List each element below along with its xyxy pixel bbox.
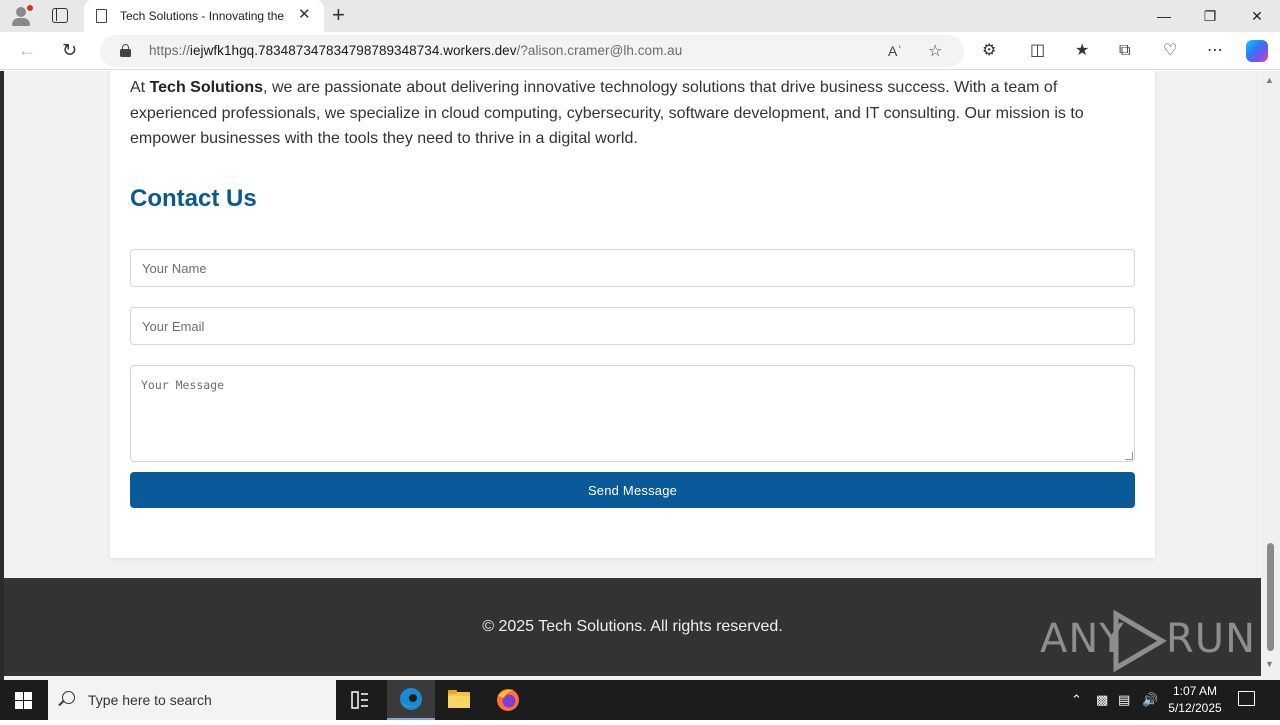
file-explorer-icon[interactable]: [435, 680, 483, 720]
restore-button[interactable]: ❐: [1187, 0, 1233, 32]
content-card: At Tech Solutions, we are passionate abo…: [110, 71, 1155, 558]
name-input[interactable]: [130, 249, 1135, 287]
url-text[interactable]: https://iejwfk1hgq.783487347834798789348…: [149, 43, 682, 58]
volume-icon[interactable]: 🔊: [1142, 692, 1158, 708]
taskbar-search[interactable]: Type here to search: [48, 680, 336, 720]
read-aloud-icon[interactable]: Aʾ: [888, 43, 902, 59]
more-menu-icon[interactable]: ⋯: [1207, 41, 1223, 61]
page-footer: © 2025 Tech Solutions. All rights reserv…: [4, 578, 1261, 676]
windows-start-icon[interactable]: [15, 692, 32, 709]
minimize-button[interactable]: —: [1141, 0, 1187, 32]
windows-taskbar: Type here to search ⌃ ▩ ▤ 🔊 1:07 AM 5/12…: [0, 680, 1280, 720]
copilot-icon[interactable]: [1246, 40, 1268, 62]
favorites-icon[interactable]: ★: [1075, 41, 1089, 61]
firefox-icon[interactable]: [484, 680, 532, 720]
task-view-icon[interactable]: [336, 680, 384, 720]
about-paragraph: At Tech Solutions, we are passionate abo…: [130, 79, 1084, 147]
favorite-star-icon[interactable]: ☆: [928, 41, 942, 61]
contact-heading: Contact Us: [130, 185, 257, 212]
browser-toolbar: ← ↻ https://iejwfk1hgq.78348734783479878…: [0, 32, 1280, 70]
collections-icon[interactable]: ⧉: [1119, 41, 1130, 61]
close-tab-icon[interactable]: ✕: [298, 7, 311, 23]
network-icon[interactable]: ▤: [1118, 692, 1130, 708]
send-message-button[interactable]: Send Message: [130, 472, 1135, 508]
scroll-down-icon[interactable]: ▼: [1265, 659, 1274, 669]
lock-icon[interactable]: [120, 44, 131, 57]
anyrun-watermark: ANY RUN: [1040, 608, 1255, 672]
search-icon: [62, 691, 75, 704]
back-icon[interactable]: ←: [18, 40, 36, 60]
email-input[interactable]: [130, 307, 1135, 345]
browser-essentials-icon[interactable]: ♡: [1163, 41, 1177, 61]
edge-taskbar-icon[interactable]: [387, 680, 435, 720]
search-placeholder: Type here to search: [88, 692, 212, 708]
taskbar-clock[interactable]: 1:07 AM 5/12/2025: [1160, 683, 1230, 717]
tab-actions-icon[interactable]: [52, 8, 68, 23]
profile-icon[interactable]: [10, 5, 33, 27]
tray-device-icon[interactable]: ▩: [1096, 692, 1108, 708]
message-textarea[interactable]: [130, 365, 1135, 462]
page-icon: [96, 9, 107, 23]
browser-title-bar: Tech Solutions - Innovating the F ✕ + — …: [0, 0, 1280, 32]
browser-tab[interactable]: Tech Solutions - Innovating the F ✕: [84, 0, 324, 32]
clock-date: 5/12/2025: [1168, 701, 1222, 715]
scroll-thumb[interactable]: [1267, 543, 1274, 651]
window-close-button[interactable]: ✕: [1234, 0, 1280, 32]
split-screen-icon[interactable]: ◫: [1030, 41, 1045, 61]
page-scrollbar[interactable]: ▲ ▼: [1261, 71, 1280, 680]
clock-time: 1:07 AM: [1172, 684, 1218, 698]
new-tab-button[interactable]: +: [332, 4, 345, 26]
refresh-icon[interactable]: ↻: [62, 40, 77, 60]
extensions-icon[interactable]: ⚙: [982, 41, 996, 61]
notifications-icon[interactable]: [1238, 691, 1255, 706]
page-viewport: At Tech Solutions, we are passionate abo…: [0, 71, 1280, 680]
tab-title: Tech Solutions - Innovating the F: [120, 9, 288, 23]
resize-grip-icon[interactable]: [1125, 452, 1133, 460]
play-logo-icon: [1113, 610, 1167, 672]
scroll-up-icon[interactable]: ▲: [1265, 75, 1274, 85]
address-bar[interactable]: https://iejwfk1hgq.783487347834798789348…: [100, 35, 964, 67]
tray-overflow-icon[interactable]: ⌃: [1071, 692, 1082, 708]
brand-name: Tech Solutions: [149, 79, 264, 96]
